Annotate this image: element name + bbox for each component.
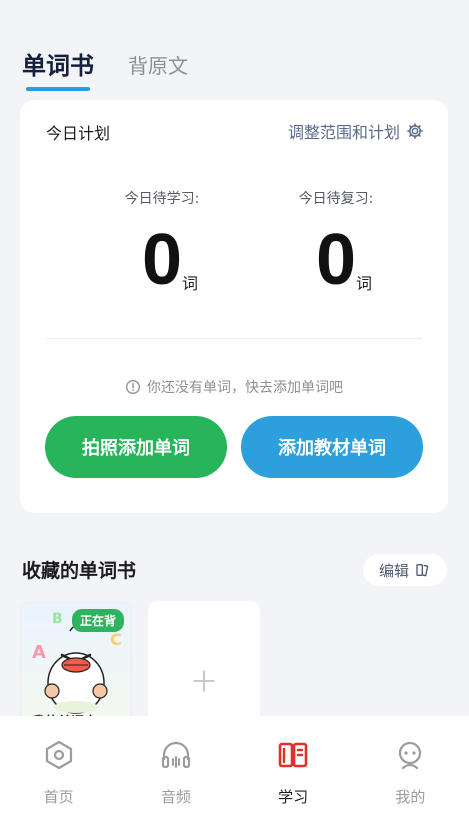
profile-icon — [399, 741, 422, 770]
tab-word-books[interactable]: 单词书 — [22, 46, 94, 91]
nav-profile-label: 我的 — [395, 788, 426, 806]
svg-text:A: A — [32, 642, 46, 663]
today-plan-card: 今日计划 调整范围和计划 今日待学习: 0 词 今日待复习: 0 词 你还没有单… — [20, 100, 448, 513]
nav-study[interactable]: 学习 — [235, 716, 352, 822]
photo-add-words-button[interactable]: 拍照添加单词 — [45, 416, 227, 478]
plan-title: 今日计划 — [46, 124, 111, 143]
plus-icon — [193, 670, 215, 692]
tab-recite-text-label: 背原文 — [128, 54, 188, 78]
empty-notice: 你还没有单词，快去添加单词吧 — [20, 377, 448, 397]
nav-audio-label: 音频 — [160, 788, 191, 806]
to-review-unit: 词 — [356, 274, 373, 293]
learning-badge: 正在背 — [71, 609, 124, 632]
to-review-label: 今日待复习: — [298, 191, 374, 207]
headphones-icon — [161, 741, 190, 769]
bottom-nav: 首页 音频 学习 我的 — [0, 716, 469, 822]
home-icon — [45, 740, 72, 770]
nav-home[interactable]: 首页 — [0, 716, 117, 822]
study-book-icon — [278, 742, 308, 768]
edit-label: 编辑 — [378, 561, 409, 580]
gear-icon — [407, 123, 423, 139]
to-learn-unit: 词 — [182, 274, 199, 293]
edit-favorites-button[interactable]: 编辑 — [363, 554, 447, 586]
nav-home-label: 首页 — [43, 788, 74, 806]
svg-text:C: C — [110, 630, 122, 649]
tab-word-books-label: 单词书 — [22, 52, 94, 80]
nav-profile[interactable]: 我的 — [352, 716, 469, 822]
favorites-title: 收藏的单词书 — [22, 560, 137, 582]
to-learn-count: 0 — [141, 220, 183, 300]
adjust-plan-link[interactable]: 调整范围和计划 — [288, 119, 424, 143]
svg-text:B: B — [52, 611, 63, 627]
book-icon — [416, 564, 429, 577]
active-tab-indicator — [26, 87, 90, 91]
nav-audio[interactable]: 音频 — [117, 716, 234, 822]
to-review-stat: 今日待复习: 0 词 — [256, 188, 416, 300]
to-learn-label: 今日待学习: — [124, 191, 200, 207]
divider — [46, 338, 422, 339]
to-review-count: 0 — [315, 220, 357, 300]
adjust-plan-label: 调整范围和计划 — [287, 123, 400, 142]
nav-study-label: 学习 — [278, 788, 309, 806]
empty-notice-text: 你还没有单词，快去添加单词吧 — [147, 380, 343, 396]
info-icon — [126, 380, 140, 394]
to-learn-stat: 今日待学习: 0 词 — [82, 188, 242, 300]
top-tabs: 单词书 背原文 — [22, 46, 188, 91]
add-textbook-words-button[interactable]: 添加教材单词 — [241, 416, 423, 478]
tab-recite-text[interactable]: 背原文 — [128, 50, 188, 91]
